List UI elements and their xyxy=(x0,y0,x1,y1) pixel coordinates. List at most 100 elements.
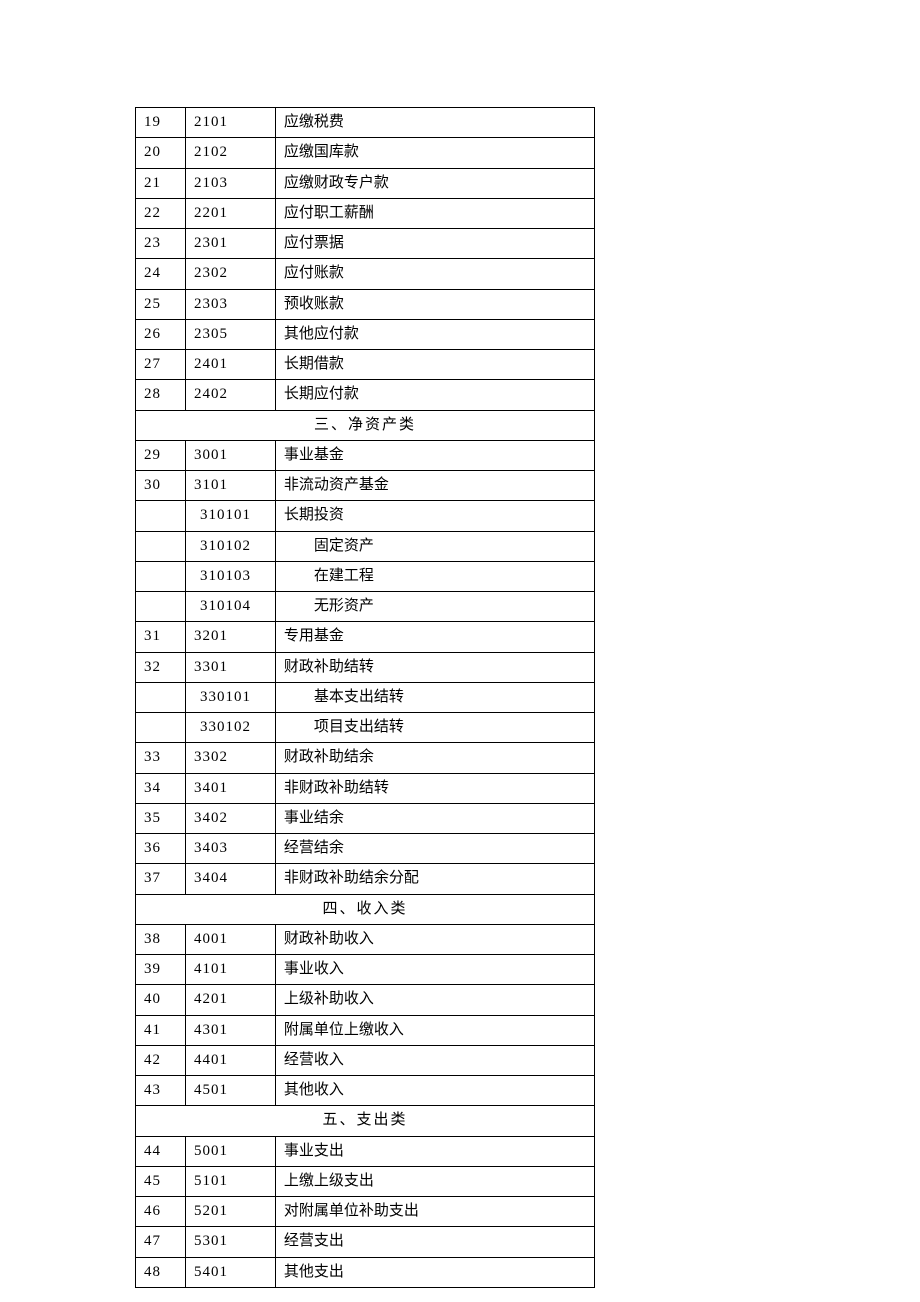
seq-cell: 37 xyxy=(136,864,186,894)
name-cell: 长期投资 xyxy=(275,501,594,531)
table-row: 五、支出类 xyxy=(136,1106,595,1136)
code-cell: 3302 xyxy=(185,743,275,773)
name-cell: 经营支出 xyxy=(275,1227,594,1257)
name-cell: 项目支出结转 xyxy=(275,713,594,743)
table-row: 333302财政补助结余 xyxy=(136,743,595,773)
name-cell: 其他支出 xyxy=(275,1257,594,1287)
table-row: 192101应缴税费 xyxy=(136,108,595,138)
name-cell: 无形资产 xyxy=(275,592,594,622)
code-cell: 3001 xyxy=(185,440,275,470)
seq-cell xyxy=(136,682,186,712)
name-cell: 固定资产 xyxy=(275,531,594,561)
name-cell: 上缴上级支出 xyxy=(275,1166,594,1196)
seq-cell: 24 xyxy=(136,259,186,289)
code-cell: 330101 xyxy=(185,682,275,712)
table-row: 404201上级补助收入 xyxy=(136,985,595,1015)
table-row: 475301经营支出 xyxy=(136,1227,595,1257)
seq-cell: 45 xyxy=(136,1166,186,1196)
table-row: 293001事业基金 xyxy=(136,440,595,470)
seq-cell: 39 xyxy=(136,955,186,985)
name-cell: 非财政补助结余分配 xyxy=(275,864,594,894)
name-cell: 事业结余 xyxy=(275,803,594,833)
seq-cell xyxy=(136,713,186,743)
code-cell: 310104 xyxy=(185,592,275,622)
table-row: 465201对附属单位补助支出 xyxy=(136,1197,595,1227)
seq-cell: 46 xyxy=(136,1197,186,1227)
seq-cell: 41 xyxy=(136,1015,186,1045)
code-cell: 3401 xyxy=(185,773,275,803)
seq-cell: 38 xyxy=(136,924,186,954)
code-cell: 2302 xyxy=(185,259,275,289)
code-cell: 310103 xyxy=(185,561,275,591)
code-cell: 4501 xyxy=(185,1076,275,1106)
code-cell: 5201 xyxy=(185,1197,275,1227)
code-cell: 2103 xyxy=(185,168,275,198)
section-header: 四、收入类 xyxy=(136,894,595,924)
code-cell: 2101 xyxy=(185,108,275,138)
seq-cell: 25 xyxy=(136,289,186,319)
table-row: 330101基本支出结转 xyxy=(136,682,595,712)
name-cell: 基本支出结转 xyxy=(275,682,594,712)
name-cell: 经营收入 xyxy=(275,1045,594,1075)
name-cell: 财政补助结余 xyxy=(275,743,594,773)
table-row: 330102项目支出结转 xyxy=(136,713,595,743)
table-row: 313201专用基金 xyxy=(136,622,595,652)
code-cell: 5001 xyxy=(185,1136,275,1166)
table-row: 310102固定资产 xyxy=(136,531,595,561)
code-cell: 3301 xyxy=(185,652,275,682)
name-cell: 对附属单位补助支出 xyxy=(275,1197,594,1227)
seq-cell: 27 xyxy=(136,350,186,380)
seq-cell: 32 xyxy=(136,652,186,682)
code-cell: 4201 xyxy=(185,985,275,1015)
table-body: 192101应缴税费202102应缴国库款212103应缴财政专户款222201… xyxy=(136,108,595,1288)
name-cell: 其他应付款 xyxy=(275,319,594,349)
table-row: 303101非流动资产基金 xyxy=(136,471,595,501)
table-row: 310104无形资产 xyxy=(136,592,595,622)
seq-cell: 44 xyxy=(136,1136,186,1166)
seq-cell: 35 xyxy=(136,803,186,833)
seq-cell: 40 xyxy=(136,985,186,1015)
name-cell: 应付票据 xyxy=(275,229,594,259)
seq-cell: 26 xyxy=(136,319,186,349)
section-header: 五、支出类 xyxy=(136,1106,595,1136)
code-cell: 3402 xyxy=(185,803,275,833)
code-cell: 3101 xyxy=(185,471,275,501)
table-row: 323301财政补助结转 xyxy=(136,652,595,682)
seq-cell: 20 xyxy=(136,138,186,168)
seq-cell: 31 xyxy=(136,622,186,652)
table-row: 282402长期应付款 xyxy=(136,380,595,410)
seq-cell: 30 xyxy=(136,471,186,501)
code-cell: 4001 xyxy=(185,924,275,954)
code-cell: 330102 xyxy=(185,713,275,743)
seq-cell xyxy=(136,531,186,561)
table-row: 242302应付账款 xyxy=(136,259,595,289)
table-row: 343401非财政补助结转 xyxy=(136,773,595,803)
name-cell: 在建工程 xyxy=(275,561,594,591)
seq-cell: 22 xyxy=(136,198,186,228)
table-row: 310103在建工程 xyxy=(136,561,595,591)
code-cell: 2401 xyxy=(185,350,275,380)
code-cell: 2301 xyxy=(185,229,275,259)
table-row: 252303预收账款 xyxy=(136,289,595,319)
name-cell: 预收账款 xyxy=(275,289,594,319)
code-cell: 2402 xyxy=(185,380,275,410)
name-cell: 附属单位上缴收入 xyxy=(275,1015,594,1045)
seq-cell: 42 xyxy=(136,1045,186,1075)
name-cell: 专用基金 xyxy=(275,622,594,652)
seq-cell: 47 xyxy=(136,1227,186,1257)
name-cell: 长期应付款 xyxy=(275,380,594,410)
seq-cell: 28 xyxy=(136,380,186,410)
code-cell: 3403 xyxy=(185,834,275,864)
table-row: 434501其他收入 xyxy=(136,1076,595,1106)
code-cell: 4301 xyxy=(185,1015,275,1045)
seq-cell xyxy=(136,561,186,591)
code-cell: 2305 xyxy=(185,319,275,349)
code-cell: 2201 xyxy=(185,198,275,228)
seq-cell: 21 xyxy=(136,168,186,198)
code-cell: 310101 xyxy=(185,501,275,531)
table-row: 363403经营结余 xyxy=(136,834,595,864)
seq-cell: 33 xyxy=(136,743,186,773)
name-cell: 应缴国库款 xyxy=(275,138,594,168)
name-cell: 其他收入 xyxy=(275,1076,594,1106)
name-cell: 财政补助收入 xyxy=(275,924,594,954)
